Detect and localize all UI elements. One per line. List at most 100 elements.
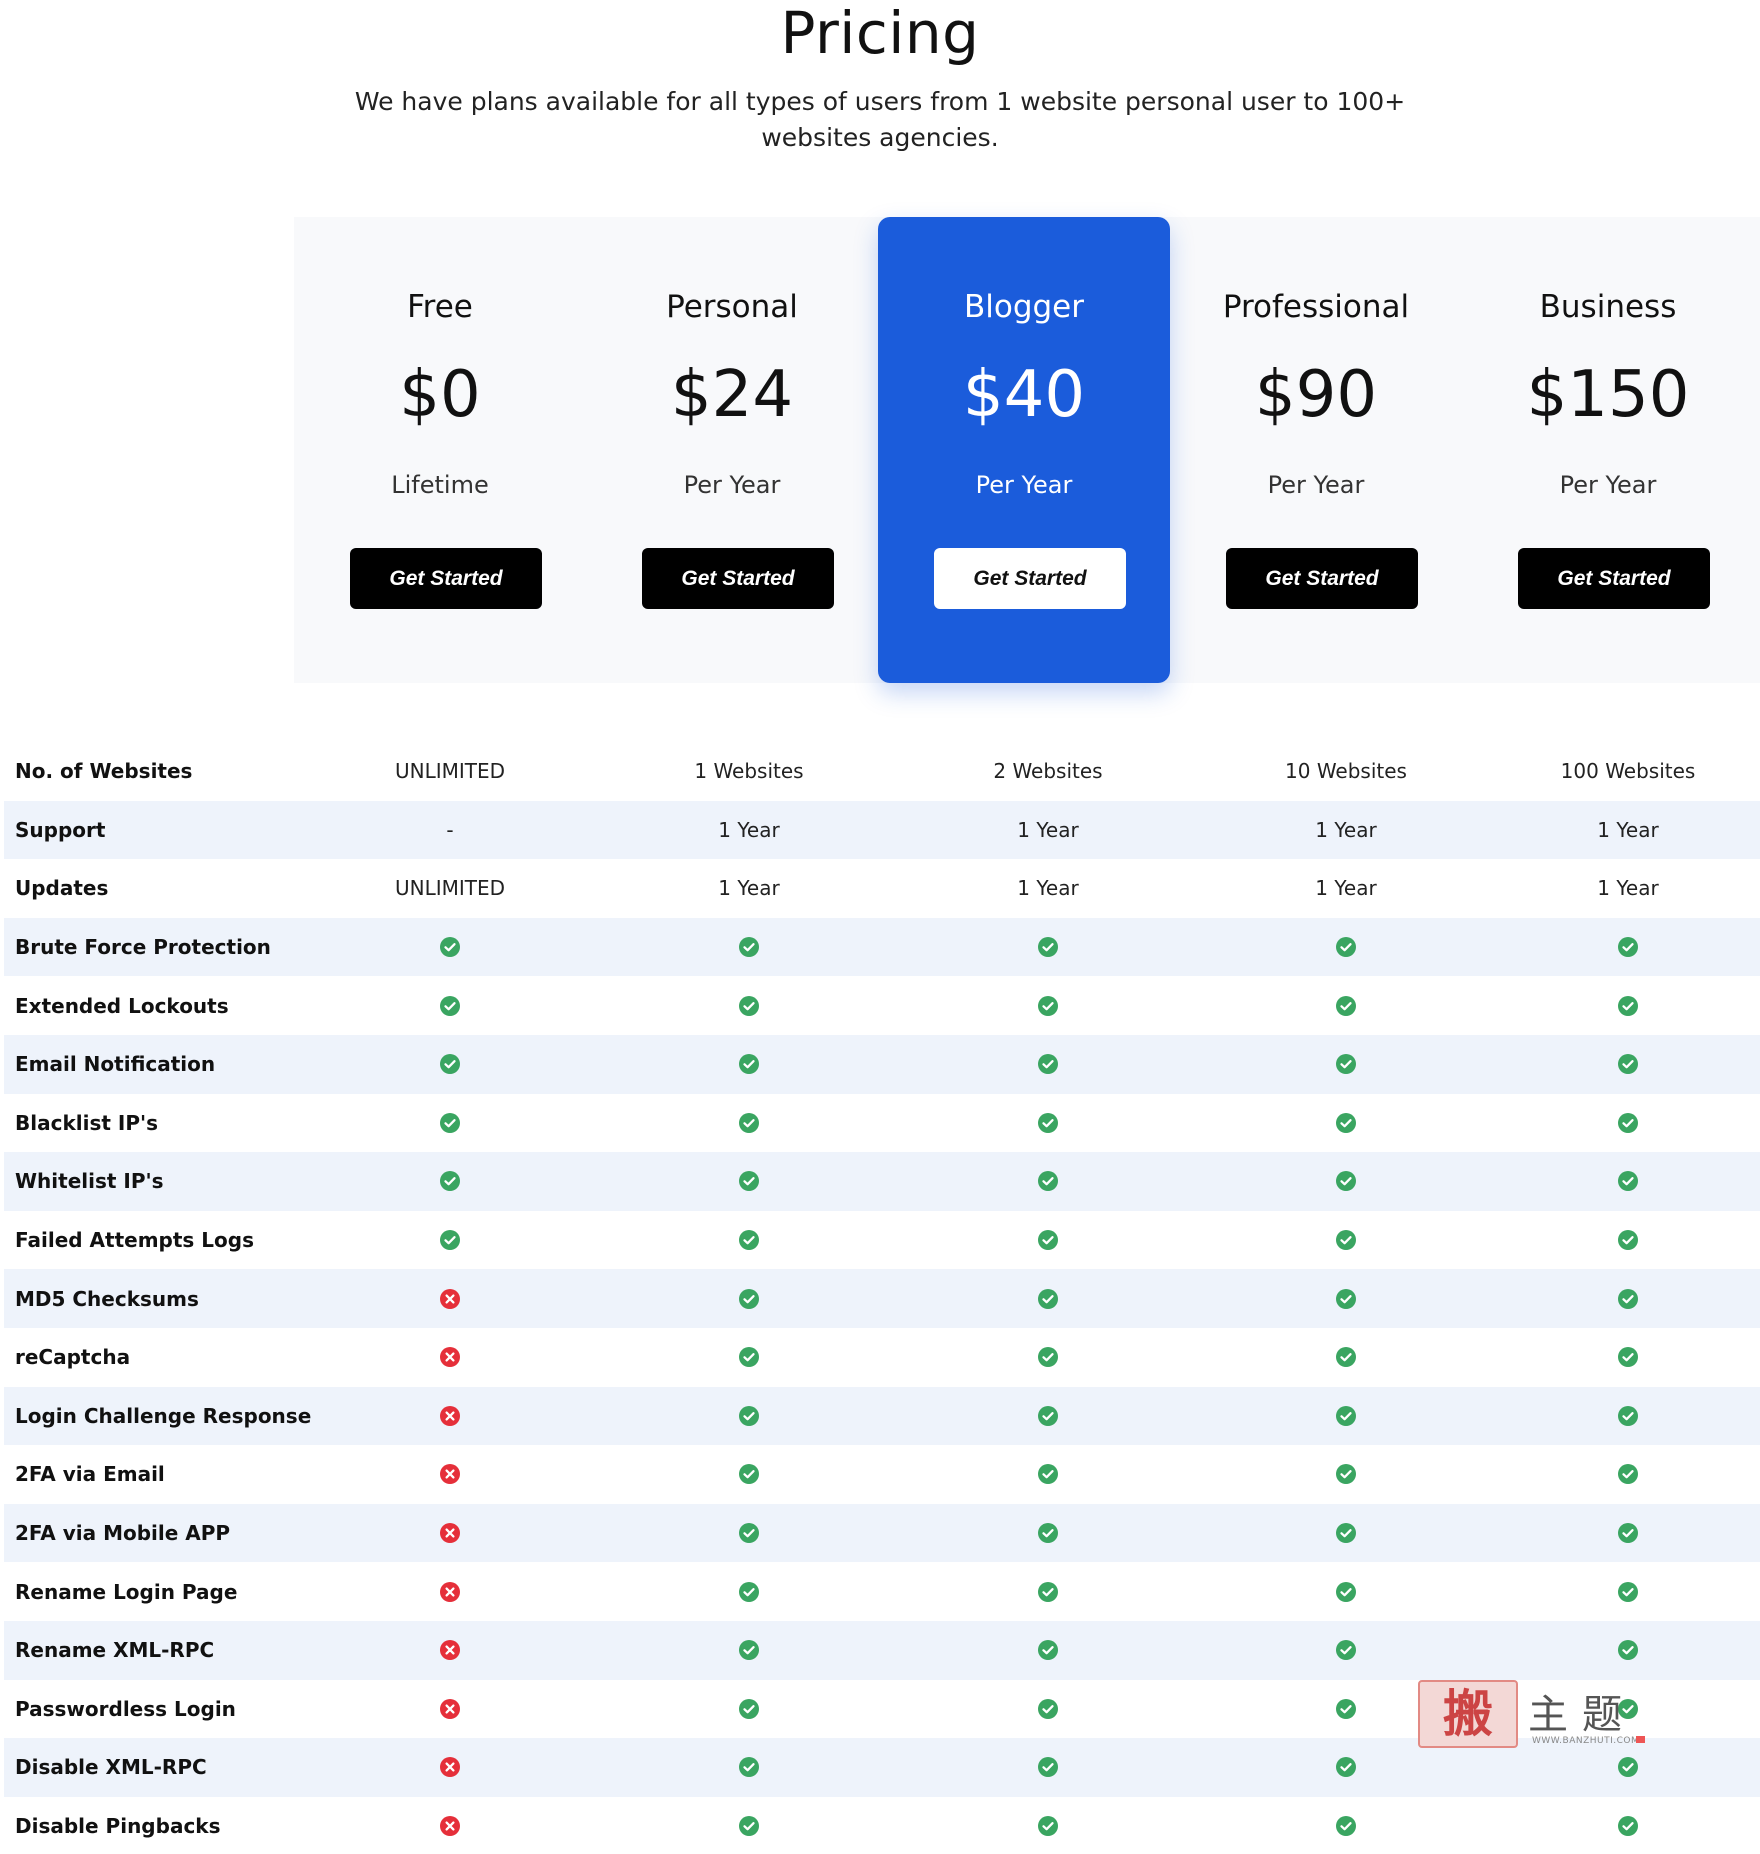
- check-circle-icon: [1478, 1269, 1760, 1328]
- feature-label: Disable Pingbacks: [15, 1813, 221, 1838]
- feature-value: 1 Year: [1315, 876, 1377, 901]
- watermark-url: WWW.BANZHUTI.COM: [1532, 1736, 1640, 1746]
- feature-label: Support: [15, 817, 106, 842]
- feature-value: 1 Year: [718, 876, 780, 901]
- check-circle-icon: [599, 1211, 899, 1270]
- feature-label: Login Challenge Response: [15, 1403, 312, 1428]
- plan-period: Per Year: [975, 471, 1073, 499]
- watermark-dot: [1636, 1736, 1645, 1743]
- get-started-button[interactable]: Get Started: [934, 548, 1126, 609]
- check-circle-icon: [1478, 1152, 1760, 1211]
- feature-label: Whitelist IP's: [15, 1169, 164, 1194]
- pricing-page: Pricing We have plans available for all …: [0, 0, 1760, 1854]
- check-circle-icon: [898, 1387, 1198, 1446]
- feature-row: Login Challenge Response: [4, 1386, 1760, 1446]
- check-circle-icon: [1478, 918, 1760, 977]
- plan-price: $40: [962, 358, 1086, 432]
- x-circle-icon: [300, 1738, 600, 1797]
- feature-row: Failed Attempts Logs: [4, 1211, 1760, 1270]
- feature-label: MD5 Checksums: [15, 1286, 199, 1311]
- x-circle-icon: [300, 1621, 600, 1680]
- check-circle-icon: [898, 1738, 1198, 1797]
- watermark-mark: 搬: [1418, 1680, 1518, 1748]
- feature-row: Support - 1 Year 1 Year 1 Year 1 Year: [4, 800, 1760, 860]
- feature-label: Updates: [15, 876, 109, 901]
- check-circle-icon: [1196, 1152, 1496, 1211]
- check-circle-icon: [898, 1562, 1198, 1621]
- check-circle-icon: [1478, 1445, 1760, 1504]
- check-circle-icon: [599, 918, 899, 977]
- check-circle-icon: [1196, 1387, 1496, 1446]
- check-circle-icon: [300, 1152, 600, 1211]
- check-circle-icon: [898, 1152, 1198, 1211]
- x-circle-icon: [300, 1387, 600, 1446]
- check-circle-icon: [1196, 1328, 1496, 1387]
- check-circle-icon: [599, 976, 899, 1035]
- feature-label: Passwordless Login: [15, 1696, 236, 1721]
- feature-value: 1 Year: [1597, 817, 1659, 842]
- plan-name: Business: [1539, 289, 1677, 325]
- feature-row: 2FA via Email: [4, 1445, 1760, 1504]
- feature-value: 1 Year: [1597, 876, 1659, 901]
- check-circle-icon: [898, 1035, 1198, 1094]
- feature-label: Blacklist IP's: [15, 1110, 159, 1135]
- check-circle-icon: [898, 1621, 1198, 1680]
- check-circle-icon: [599, 1387, 899, 1446]
- get-started-button[interactable]: Get Started: [642, 548, 834, 609]
- feature-value: 100 Websites: [1560, 759, 1696, 784]
- get-started-button[interactable]: Get Started: [1518, 548, 1710, 609]
- check-circle-icon: [898, 1445, 1198, 1504]
- feature-row: reCaptcha: [4, 1328, 1760, 1387]
- x-circle-icon: [300, 1504, 600, 1563]
- check-circle-icon: [898, 1328, 1198, 1387]
- plan-period: Per Year: [1267, 471, 1365, 499]
- check-circle-icon: [1478, 1504, 1760, 1563]
- check-circle-icon: [1196, 1562, 1496, 1621]
- feature-value: UNLIMITED: [394, 759, 506, 784]
- check-circle-icon: [898, 1797, 1198, 1854]
- feature-value: 1 Year: [1017, 817, 1079, 842]
- check-circle-icon: [1196, 1504, 1496, 1563]
- feature-row: Brute Force Protection: [4, 917, 1760, 977]
- plan-name: Blogger: [963, 289, 1085, 325]
- feature-row: No. of Websites UNLIMITED 1 Websites 2 Webs…: [4, 742, 1760, 801]
- feature-label: Rename XML-RPC: [15, 1638, 215, 1663]
- feature-row: Extended Lockouts: [4, 976, 1760, 1035]
- get-started-button[interactable]: Get Started: [350, 548, 542, 609]
- feature-row: Whitelist IP's: [4, 1152, 1760, 1211]
- feature-label: 2FA via Mobile APP: [15, 1521, 231, 1546]
- check-circle-icon: [300, 1211, 600, 1270]
- feature-label: Brute Force Protection: [15, 935, 271, 960]
- watermark-text: 主题: [1528, 1692, 1636, 1738]
- plan-card-free: Free $0 Lifetime Get Started: [294, 217, 586, 683]
- get-started-button[interactable]: Get Started: [1226, 548, 1418, 609]
- check-circle-icon: [1196, 1797, 1496, 1854]
- plan-price: $24: [670, 358, 794, 432]
- feature-value: 1 Year: [1315, 817, 1377, 842]
- check-circle-icon: [300, 918, 600, 977]
- check-circle-icon: [599, 1621, 899, 1680]
- check-circle-icon: [898, 1094, 1198, 1153]
- feature-label: Rename Login Page: [15, 1579, 238, 1604]
- check-circle-icon: [599, 1504, 899, 1563]
- plan-period: Per Year: [1559, 471, 1657, 499]
- check-circle-icon: [599, 1738, 899, 1797]
- check-circle-icon: [1196, 1211, 1496, 1270]
- check-circle-icon: [898, 1504, 1198, 1563]
- feature-row: Disable Pingbacks: [4, 1797, 1760, 1854]
- feature-label: Email Notification: [15, 1052, 216, 1077]
- check-circle-icon: [1478, 1328, 1760, 1387]
- check-circle-icon: [599, 1094, 899, 1153]
- check-circle-icon: [300, 1094, 600, 1153]
- feature-row: Rename Login Page: [4, 1562, 1760, 1621]
- check-circle-icon: [599, 1035, 899, 1094]
- check-circle-icon: [1478, 1035, 1760, 1094]
- feature-value: 1 Year: [718, 817, 780, 842]
- feature-row: Updates UNLIMITED 1 Year 1 Year 1 Year 1 Year: [4, 859, 1760, 918]
- check-circle-icon: [1478, 1094, 1760, 1153]
- check-circle-icon: [898, 976, 1198, 1035]
- x-circle-icon: [300, 1562, 600, 1621]
- feature-value: 2 Websites: [993, 759, 1103, 784]
- feature-row: MD5 Checksums: [4, 1269, 1760, 1328]
- feature-value: -: [446, 817, 454, 842]
